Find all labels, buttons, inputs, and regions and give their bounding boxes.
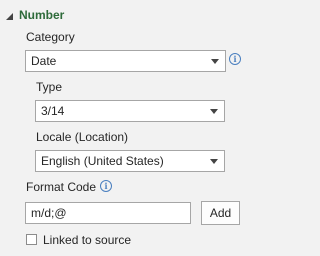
- category-info-icon[interactable]: i: [229, 53, 241, 65]
- linked-to-source-checkbox[interactable]: [26, 234, 37, 245]
- format-code-info-icon[interactable]: i: [100, 180, 112, 192]
- chevron-down-icon: [210, 158, 218, 164]
- chevron-down-icon: [211, 58, 219, 64]
- category-label: Category: [26, 30, 75, 44]
- locale-label: Locale (Location): [36, 130, 129, 144]
- linked-to-source-label[interactable]: Linked to source: [43, 233, 131, 247]
- section-title: Number: [19, 8, 65, 22]
- locale-dropdown[interactable]: English (United States): [35, 150, 225, 172]
- type-value: 3/14: [41, 104, 65, 118]
- type-dropdown[interactable]: 3/14: [35, 100, 225, 122]
- collapse-caret-icon: [6, 12, 13, 20]
- format-code-input[interactable]: m/d;@: [25, 202, 191, 224]
- category-dropdown[interactable]: Date: [25, 50, 226, 72]
- number-section-header[interactable]: Number: [6, 7, 64, 23]
- locale-value: English (United States): [41, 154, 164, 168]
- type-label: Type: [36, 80, 63, 94]
- format-code-label: Format Code: [26, 180, 97, 194]
- add-button[interactable]: Add: [201, 201, 240, 225]
- chevron-down-icon: [210, 108, 218, 114]
- category-value: Date: [31, 54, 57, 68]
